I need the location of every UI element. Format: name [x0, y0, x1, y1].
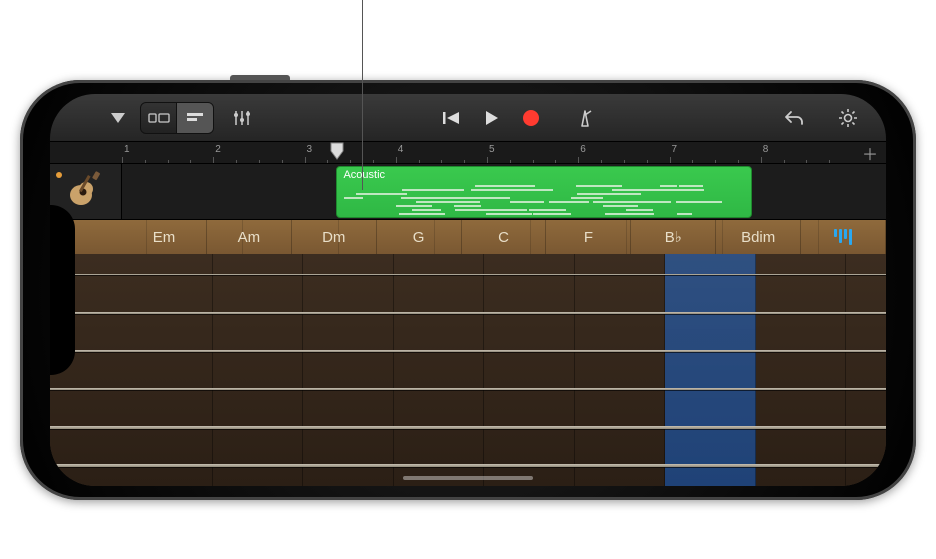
ruler-bar-label: 3 — [307, 144, 313, 155]
recorded-region[interactable]: Acoustic — [336, 166, 751, 218]
region-label: Acoustic — [343, 169, 385, 181]
chord-column[interactable] — [756, 254, 847, 486]
device-volume-button — [230, 75, 290, 80]
ruler-bar-label: 8 — [763, 144, 769, 155]
track-controls-button[interactable] — [224, 103, 260, 133]
menu-button[interactable] — [100, 103, 136, 133]
chord-column[interactable] — [213, 254, 304, 486]
browser-view-button[interactable] — [141, 103, 177, 133]
tracks-view-button[interactable] — [177, 103, 213, 133]
device-frame: 1 2 3 4 5 6 7 8 ＋ — [20, 80, 916, 500]
garageband-app: 1 2 3 4 5 6 7 8 ＋ — [50, 94, 886, 486]
chord-button[interactable]: Am — [207, 220, 292, 254]
ruler-bar-label: 2 — [215, 144, 221, 155]
chord-button[interactable]: C — [462, 220, 547, 254]
guitar-string[interactable] — [50, 312, 886, 314]
region-midi-notes — [341, 185, 746, 213]
guitar-icon — [66, 169, 106, 214]
device-notch — [50, 205, 75, 375]
string-area[interactable] — [50, 254, 886, 486]
chord-column[interactable] — [575, 254, 666, 486]
guitar-string[interactable] — [50, 464, 886, 467]
chord-column[interactable] — [394, 254, 485, 486]
chord-strip: EmAmDmGCFB♭Bdim — [50, 220, 886, 254]
region-lane[interactable]: Acoustic — [122, 164, 886, 219]
chord-button[interactable]: G — [377, 220, 462, 254]
ruler-bar-label: 5 — [489, 144, 495, 155]
guitar-string[interactable] — [50, 388, 886, 390]
ruler-bar-label: 7 — [672, 144, 678, 155]
chord-column[interactable] — [665, 254, 756, 486]
chord-column[interactable] — [122, 254, 213, 486]
guitar-string[interactable] — [50, 350, 886, 352]
ruler-bar-label: 6 — [580, 144, 586, 155]
autoplay-toggle[interactable] — [801, 220, 886, 254]
instrument-panel: EmAmDmGCFB♭Bdim — [50, 220, 886, 486]
chord-column[interactable] — [484, 254, 575, 486]
callout-line — [362, 0, 363, 190]
chord-column[interactable] — [303, 254, 394, 486]
guitar-string[interactable] — [50, 426, 886, 429]
undo-button[interactable] — [776, 103, 812, 133]
chord-button[interactable]: B♭ — [631, 220, 716, 254]
rewind-button[interactable] — [433, 103, 469, 133]
view-switcher — [140, 102, 214, 134]
settings-button[interactable] — [830, 103, 866, 133]
metronome-button[interactable] — [567, 103, 603, 133]
playhead[interactable] — [330, 142, 342, 158]
ruler-bar-label: 4 — [398, 144, 404, 155]
chord-button[interactable]: Em — [122, 220, 207, 254]
track-row: Acoustic — [50, 164, 886, 220]
toolbar — [50, 94, 886, 142]
ruler-bar-label: 1 — [124, 144, 130, 155]
track-mute-indicator — [56, 172, 62, 178]
add-section-button[interactable]: ＋ — [858, 143, 882, 163]
timeline-ruler[interactable]: 1 2 3 4 5 6 7 8 ＋ — [50, 142, 886, 164]
guitar-string[interactable] — [50, 274, 886, 275]
play-button[interactable] — [473, 103, 509, 133]
record-button[interactable] — [513, 103, 549, 133]
chord-button[interactable]: Dm — [292, 220, 377, 254]
home-indicator[interactable] — [403, 476, 533, 480]
chord-button[interactable]: Bdim — [716, 220, 801, 254]
chord-button[interactable]: F — [546, 220, 631, 254]
